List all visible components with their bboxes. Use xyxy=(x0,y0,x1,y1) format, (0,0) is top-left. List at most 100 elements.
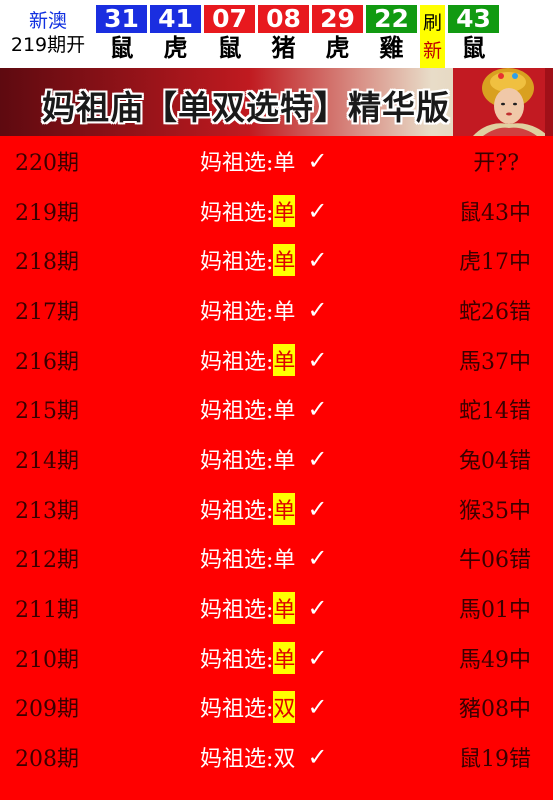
mazu-goddess-image xyxy=(453,68,553,136)
period-number: 216期 xyxy=(15,349,79,375)
pick-value: 单 xyxy=(273,592,296,625)
draw-info: 新澳 219期开 xyxy=(0,0,96,68)
check-icon: ✓ xyxy=(307,246,328,275)
pick-value: 单 xyxy=(273,448,296,474)
prediction-row: 214期 妈祖选: 单 ✓ 兔04错 xyxy=(0,434,553,484)
pick-value: 单 xyxy=(273,548,296,574)
banner-title: 妈祖庙【单双选特】精华版 xyxy=(42,88,450,127)
prediction-pick: 妈祖选: 双 ✓ xyxy=(200,691,328,724)
pick-label: 妈祖选: xyxy=(200,349,274,375)
draw-ball: 29 虎 xyxy=(312,5,363,68)
prediction-row: 216期 妈祖选: 单 ✓ 馬37中 xyxy=(0,335,553,385)
result-text: 兔04错 xyxy=(459,448,531,474)
pick-label: 妈祖选: xyxy=(200,747,274,773)
pick-value: 单 xyxy=(273,492,296,525)
period-number: 215期 xyxy=(15,399,79,425)
ball-zodiac: 雞 xyxy=(379,34,404,62)
pick-label: 妈祖选: xyxy=(200,697,274,723)
period-number: 211期 xyxy=(15,598,79,624)
latest-draw-bar: 新澳 219期开 31 鼠 41 虎 07 鼠 08 猪 29 虎 22 雞 刷 新 43 鼠 xyxy=(0,0,553,68)
pick-label: 妈祖选: xyxy=(200,498,274,524)
pick-label: 妈祖选: xyxy=(200,548,274,574)
prediction-pick: 妈祖选: 单 ✓ xyxy=(200,443,328,475)
pick-label: 妈祖选: xyxy=(200,200,274,226)
draw-balls: 31 鼠 41 虎 07 鼠 08 猪 29 虎 22 雞 xyxy=(96,0,417,68)
result-text: 馬01中 xyxy=(459,598,531,624)
prediction-pick: 妈祖选: 单 ✓ xyxy=(200,592,328,625)
ball-number: 29 xyxy=(312,5,363,33)
ball-zodiac: 猪 xyxy=(271,34,296,62)
refresh-label-2: 新 xyxy=(422,39,442,62)
pick-value: 单 xyxy=(273,299,296,325)
ball-zodiac: 虎 xyxy=(325,34,350,62)
check-icon: ✓ xyxy=(307,743,328,772)
prediction-row: 215期 妈祖选: 单 ✓ 蛇14错 xyxy=(0,384,553,434)
check-icon: ✓ xyxy=(307,544,328,573)
prediction-row: 212期 妈祖选: 单 ✓ 牛06错 xyxy=(0,534,553,584)
result-text: 虎17中 xyxy=(459,250,531,276)
prediction-row: 211期 妈祖选: 单 ✓ 馬01中 xyxy=(0,583,553,633)
ball-number: 22 xyxy=(366,5,417,33)
special-ball-zodiac: 鼠 xyxy=(461,34,486,62)
pick-value: 双 xyxy=(273,691,296,724)
prediction-pick: 妈祖选: 单 ✓ xyxy=(200,343,328,376)
pick-value: 单 xyxy=(273,641,296,674)
prediction-row: 218期 妈祖选: 单 ✓ 虎17中 xyxy=(0,235,553,285)
special-ball: 43 鼠 xyxy=(448,0,499,68)
prediction-pick: 妈祖选: 单 ✓ xyxy=(200,641,328,674)
prediction-row: 219期 妈祖选: 单 ✓ 鼠43中 xyxy=(0,186,553,236)
check-icon: ✓ xyxy=(307,295,328,324)
check-icon: ✓ xyxy=(307,643,328,672)
result-text: 蛇26错 xyxy=(459,299,531,325)
check-icon: ✓ xyxy=(307,146,328,175)
check-icon: ✓ xyxy=(307,444,328,473)
prediction-pick: 妈祖选: 单 ✓ xyxy=(200,145,328,177)
refresh-button[interactable]: 刷 新 xyxy=(420,5,445,68)
issue-label: 219期开 xyxy=(10,34,86,56)
prediction-row: 210期 妈祖选: 单 ✓ 馬49中 xyxy=(0,633,553,683)
period-number: 213期 xyxy=(15,498,79,524)
prediction-row: 217期 妈祖选: 单 ✓ 蛇26错 xyxy=(0,285,553,335)
result-text: 鼠19错 xyxy=(459,747,531,773)
check-icon: ✓ xyxy=(307,494,328,523)
refresh-label-1: 刷 xyxy=(422,11,442,34)
period-number: 210期 xyxy=(15,647,79,673)
ball-zodiac: 虎 xyxy=(163,34,188,62)
period-number: 220期 xyxy=(15,150,79,176)
prediction-pick: 妈祖选: 单 ✓ xyxy=(200,492,328,525)
lottery-name[interactable]: 新澳 xyxy=(29,10,67,34)
check-icon: ✓ xyxy=(307,594,328,623)
pick-value: 单 xyxy=(273,244,296,277)
check-icon: ✓ xyxy=(307,693,328,722)
prediction-row: 208期 妈祖选: 双 ✓ 鼠19错 xyxy=(0,732,553,782)
result-text: 鼠43中 xyxy=(459,200,531,226)
pick-value: 单 xyxy=(273,194,296,227)
ball-number: 07 xyxy=(204,5,255,33)
draw-ball: 41 虎 xyxy=(150,5,201,68)
result-text: 开?? xyxy=(473,150,519,176)
ball-zodiac: 鼠 xyxy=(109,34,134,62)
pick-label: 妈祖选: xyxy=(200,399,274,425)
check-icon: ✓ xyxy=(307,196,328,225)
pick-label: 妈祖选: xyxy=(200,598,274,624)
prediction-list: 220期 妈祖选: 单 ✓ 开?? 219期 妈祖选: 单 ✓ 鼠43中 218期 妈祖选: 单 ✓ 虎17… xyxy=(0,136,553,782)
prediction-row: 209期 妈祖选: 双 ✓ 豬08中 xyxy=(0,683,553,733)
prediction-row: 213期 妈祖选: 单 ✓ 猴35中 xyxy=(0,484,553,534)
prediction-pick: 妈祖选: 单 ✓ xyxy=(200,393,328,425)
period-number: 219期 xyxy=(15,200,79,226)
draw-ball: 08 猪 xyxy=(258,5,309,68)
result-text: 蛇14错 xyxy=(459,399,531,425)
pick-value: 双 xyxy=(273,747,296,773)
draw-ball: 07 鼠 xyxy=(204,5,255,68)
pick-value: 单 xyxy=(273,399,296,425)
prediction-pick: 妈祖选: 单 ✓ xyxy=(200,244,328,277)
ball-number: 41 xyxy=(150,5,201,33)
period-number: 209期 xyxy=(15,697,79,723)
pick-label: 妈祖选: xyxy=(200,448,274,474)
pick-label: 妈祖选: xyxy=(200,250,274,276)
period-number: 217期 xyxy=(15,299,79,325)
ball-zodiac: 鼠 xyxy=(217,34,242,62)
period-number: 214期 xyxy=(15,448,79,474)
ball-number: 31 xyxy=(96,5,147,33)
result-text: 猴35中 xyxy=(459,498,531,524)
